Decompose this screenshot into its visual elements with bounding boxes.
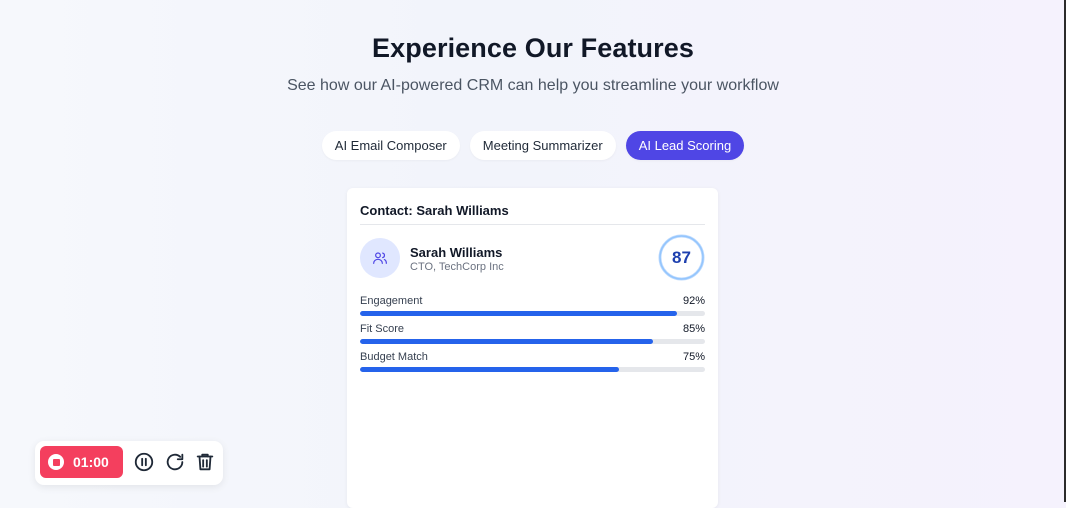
stop-icon [48, 454, 64, 470]
card-header: Contact: Sarah Williams [360, 203, 509, 218]
metric-label: Engagement [360, 295, 423, 307]
progress-fill [360, 339, 654, 344]
tab-meeting-summarizer[interactable]: Meeting Summarizer [469, 131, 616, 160]
contact-name: Sarah Williams [410, 245, 503, 260]
card-divider [360, 224, 705, 225]
metric-label: Fit Score [360, 323, 405, 335]
tab-ai-email-composer[interactable]: AI Email Composer [321, 131, 460, 160]
progress-track [360, 339, 705, 344]
stop-recording-button[interactable]: 01:00 [40, 446, 123, 478]
metric-value: 92% [682, 295, 705, 307]
progress-track [360, 311, 705, 316]
page-subtitle: See how our AI-powered CRM can help you … [287, 77, 779, 94]
metric-label: Budget Match [360, 351, 428, 363]
lead-scoring-card: Contact: Sarah Williams Sarah Williams C… [347, 188, 718, 508]
users-icon [373, 252, 387, 264]
progress-fill [360, 367, 619, 372]
contact-role: CTO, TechCorp Inc [410, 261, 504, 273]
trash-icon[interactable] [194, 451, 216, 473]
recording-timer: 01:00 [73, 454, 109, 470]
pause-icon[interactable] [133, 451, 155, 473]
progress-track [360, 367, 705, 372]
progress-fill [360, 311, 678, 316]
page-title: Experience Our Features [372, 33, 694, 63]
metric-value: 85% [682, 323, 705, 335]
lead-score: 87 [672, 248, 691, 267]
restart-icon[interactable] [164, 451, 186, 473]
recording-toolbar: 01:00 [35, 441, 223, 485]
feature-tabs: AI Email Composer Meeting Summarizer AI … [0, 131, 1066, 160]
metric-value: 75% [682, 351, 705, 363]
avatar [360, 238, 400, 278]
tab-ai-lead-scoring[interactable]: AI Lead Scoring [625, 131, 745, 160]
